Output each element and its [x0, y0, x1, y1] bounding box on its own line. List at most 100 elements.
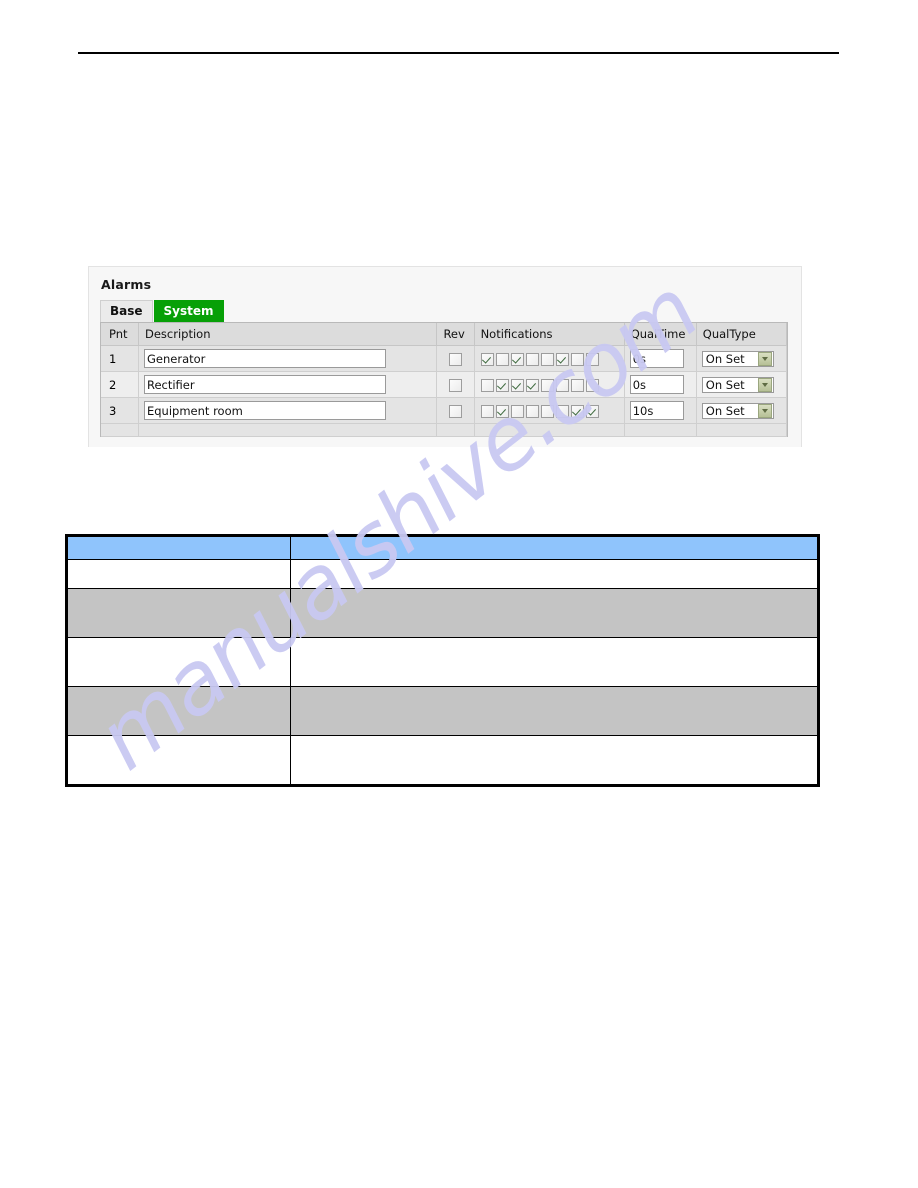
- cell-description: [138, 371, 438, 398]
- cell-rev: [436, 397, 475, 424]
- notification-checkbox-4[interactable]: [525, 352, 539, 366]
- notification-checkbox-7[interactable]: [570, 404, 584, 418]
- notification-checkbox-1[interactable]: [480, 352, 494, 366]
- description-table-row: [66, 588, 819, 638]
- description-table-row: [66, 637, 819, 687]
- tab-strip: Base System: [100, 300, 801, 322]
- notification-checkbox-1[interactable]: [480, 378, 494, 392]
- qualtype-select-value: On Set: [705, 351, 745, 366]
- notification-checkbox-1[interactable]: [480, 404, 494, 418]
- description-table-cell: [66, 637, 291, 687]
- table-row: 3 On Set: [101, 397, 788, 424]
- page-header-rule: [78, 52, 839, 54]
- alarms-table: Pnt Description Rev Notifications QualTi…: [101, 323, 788, 437]
- cell-partial: [624, 423, 697, 437]
- cell-rev: [436, 371, 475, 398]
- cell-description: [138, 345, 438, 372]
- cell-pnt: 2: [101, 371, 139, 398]
- notification-checkbox-2[interactable]: [495, 352, 509, 366]
- description-table-row: [66, 559, 819, 589]
- cell-partial: [474, 423, 625, 437]
- cell-notifications: [474, 345, 625, 372]
- qualtype-select[interactable]: On Set: [701, 376, 774, 393]
- rev-checkbox[interactable]: [449, 352, 462, 366]
- table-row: 1 On Set: [101, 345, 788, 372]
- description-table-header-row: [66, 535, 819, 560]
- cell-pnt: 3: [101, 397, 139, 424]
- qualtype-select[interactable]: On Set: [701, 402, 774, 419]
- column-header-pnt: Pnt: [101, 323, 139, 346]
- column-header-description: Description: [138, 323, 438, 346]
- alarms-panel: Alarms Base System Pnt Description Rev N…: [88, 266, 802, 447]
- cell-notifications: [474, 371, 625, 398]
- description-table-cell: [290, 735, 819, 786]
- alarms-table-body: 1 On Set 2 On Set 3 On Set: [101, 345, 788, 437]
- notification-checkbox-8[interactable]: [585, 352, 599, 366]
- description-table-col-header-1: [66, 535, 291, 560]
- column-header-qualtype: QualType: [696, 323, 788, 346]
- qualtime-input[interactable]: [629, 375, 684, 394]
- cell-partial: [696, 423, 788, 437]
- table-row: 2 On Set: [101, 371, 788, 398]
- cell-pnt: 1: [101, 345, 139, 372]
- cell-description: [138, 397, 438, 424]
- notification-checkbox-group: [480, 378, 600, 392]
- cell-notifications: [474, 397, 625, 424]
- cell-qualtype: On Set: [696, 371, 788, 398]
- notification-checkbox-3[interactable]: [510, 378, 524, 392]
- notification-checkbox-5[interactable]: [540, 378, 554, 392]
- tab-system[interactable]: System: [153, 300, 224, 322]
- notification-checkbox-6[interactable]: [555, 352, 569, 366]
- column-header-qualtime: QualTime: [624, 323, 697, 346]
- alarms-table-container: Pnt Description Rev Notifications QualTi…: [100, 322, 788, 437]
- cell-partial: [138, 423, 438, 437]
- table-row-partial: [101, 423, 788, 437]
- cell-partial: [436, 423, 475, 437]
- qualtype-select-value: On Set: [705, 403, 745, 418]
- chevron-down-icon[interactable]: [757, 377, 772, 392]
- notification-checkbox-2[interactable]: [495, 404, 509, 418]
- notification-checkbox-group: [480, 404, 600, 418]
- column-header-rev: Rev: [436, 323, 475, 346]
- table-header-row: Pnt Description Rev Notifications QualTi…: [101, 323, 788, 346]
- cell-qualtime: [624, 397, 697, 424]
- description-table-body: [66, 559, 819, 786]
- chevron-down-icon[interactable]: [757, 403, 772, 418]
- notification-checkbox-7[interactable]: [570, 352, 584, 366]
- notification-checkbox-6[interactable]: [555, 378, 569, 392]
- notification-checkbox-5[interactable]: [540, 352, 554, 366]
- notification-checkbox-7[interactable]: [570, 378, 584, 392]
- cell-partial: [101, 423, 139, 437]
- notification-checkbox-8[interactable]: [585, 378, 599, 392]
- notification-checkbox-group: [480, 352, 600, 366]
- notification-checkbox-2[interactable]: [495, 378, 509, 392]
- chevron-down-icon[interactable]: [757, 351, 772, 366]
- rev-checkbox[interactable]: [449, 378, 462, 392]
- description-table: [65, 534, 820, 787]
- description-input[interactable]: [143, 349, 386, 368]
- description-table-cell: [290, 686, 819, 736]
- notification-checkbox-5[interactable]: [540, 404, 554, 418]
- notification-checkbox-3[interactable]: [510, 404, 524, 418]
- rev-checkbox[interactable]: [449, 404, 462, 418]
- description-table-col-header-2: [290, 535, 819, 560]
- description-table-cell: [290, 637, 819, 687]
- notification-checkbox-3[interactable]: [510, 352, 524, 366]
- notification-checkbox-4[interactable]: [525, 378, 539, 392]
- notification-checkbox-6[interactable]: [555, 404, 569, 418]
- description-table-cell: [66, 588, 291, 638]
- description-input[interactable]: [143, 375, 386, 394]
- tab-base[interactable]: Base: [100, 300, 153, 322]
- notification-checkbox-4[interactable]: [525, 404, 539, 418]
- qualtime-input[interactable]: [629, 401, 684, 420]
- qualtype-select-value: On Set: [705, 377, 745, 392]
- qualtime-input[interactable]: [629, 349, 684, 368]
- description-input[interactable]: [143, 401, 386, 420]
- description-table-cell: [66, 735, 291, 786]
- page-title: Alarms: [101, 277, 152, 292]
- qualtype-select[interactable]: On Set: [701, 350, 774, 367]
- notification-checkbox-8[interactable]: [585, 404, 599, 418]
- description-table-cell: [66, 559, 291, 589]
- cell-qualtype: On Set: [696, 345, 788, 372]
- description-table-cell: [66, 686, 291, 736]
